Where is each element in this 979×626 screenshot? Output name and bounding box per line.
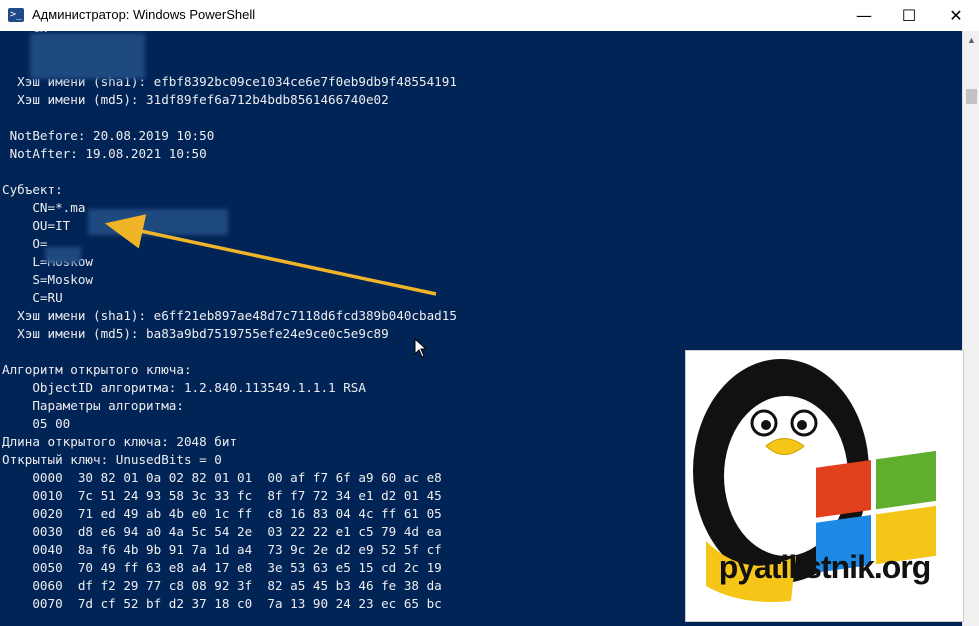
scroll-up-icon[interactable]: ▲ <box>967 35 976 45</box>
logo-text: pyatilistnik.org <box>718 549 932 585</box>
mouse-cursor-icon <box>414 338 428 358</box>
minimize-button[interactable]: — <box>841 0 887 31</box>
scrollbar-thumb[interactable] <box>966 89 977 104</box>
title-bar: >_ Администратор: Windows PowerShell — ☐… <box>0 0 979 32</box>
vertical-scrollbar[interactable]: ▲ <box>962 31 979 626</box>
window-title: Администратор: Windows PowerShell <box>32 7 256 22</box>
close-button[interactable]: ✕ <box>933 0 979 31</box>
powershell-icon: >_ <box>8 8 24 22</box>
watermark-logo: pyatilistnik.org <box>685 350 964 622</box>
maximize-button[interactable]: ☐ <box>886 0 932 31</box>
